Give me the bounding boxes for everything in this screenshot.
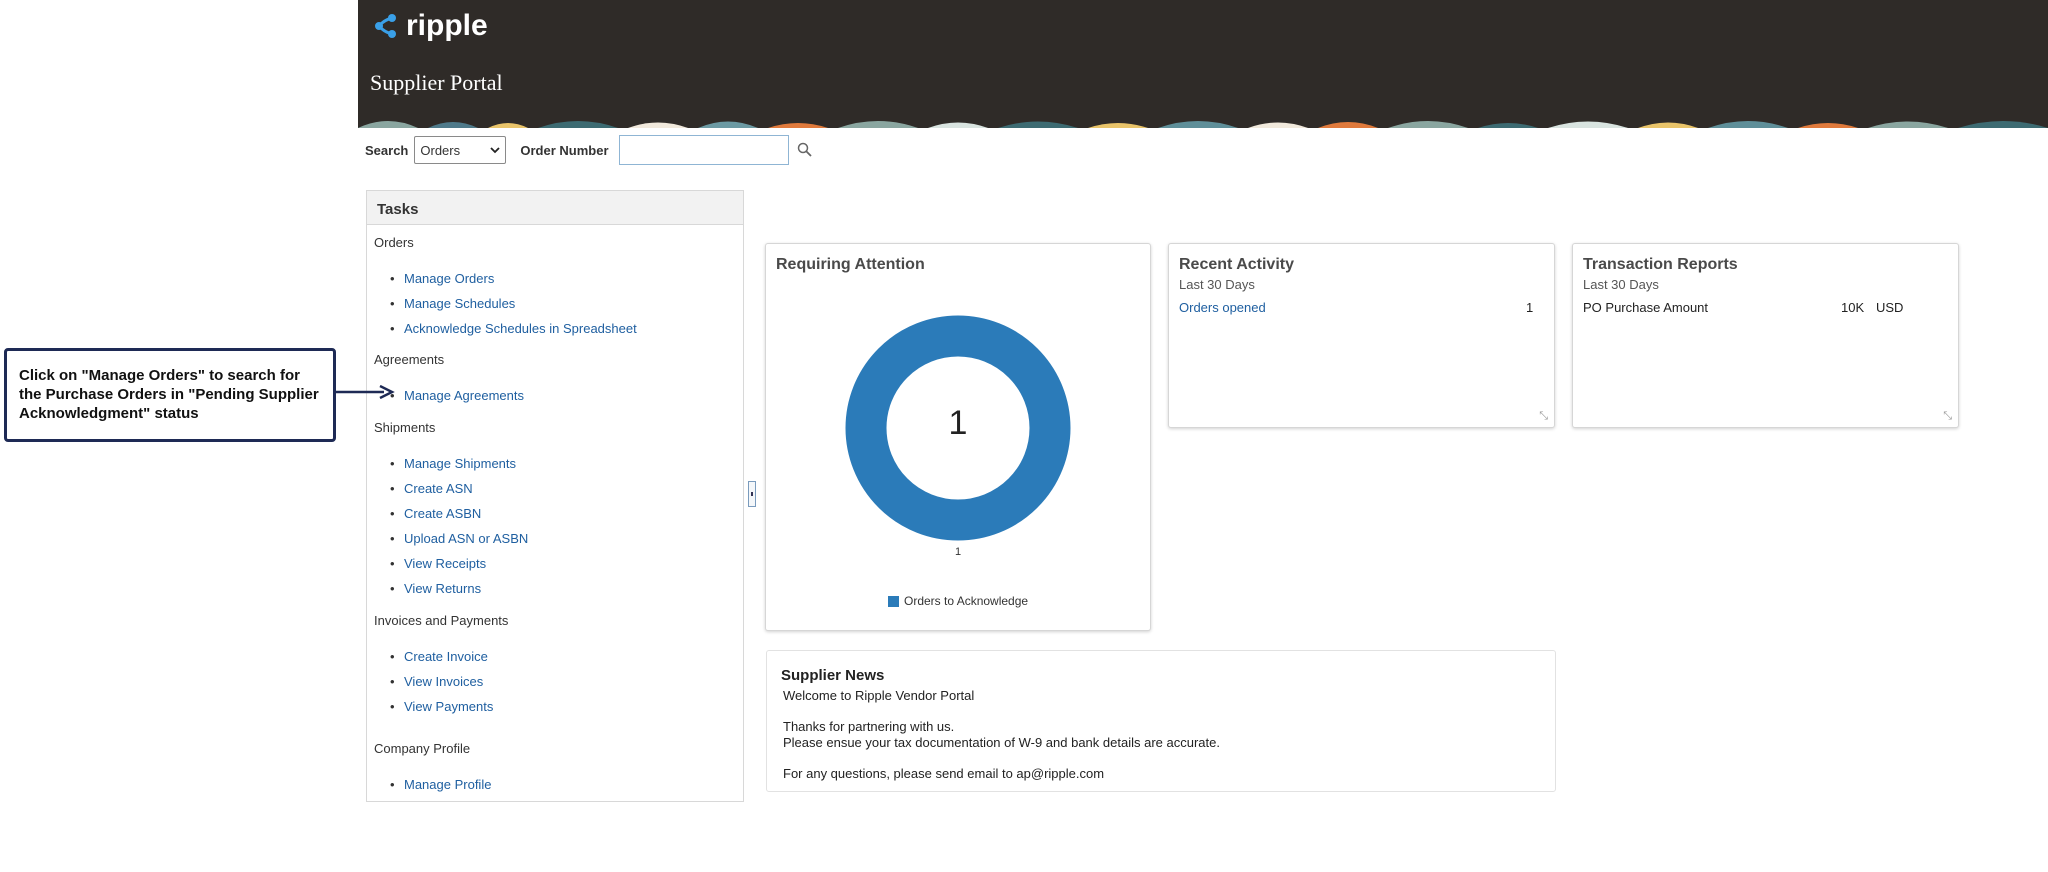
news-line-3: For any questions, please send email to … [783,766,1105,781]
legend-swatch [888,595,899,607]
tasks-panel: Tasks Orders Manage Orders Manage Schedu… [366,190,744,802]
task-manage-orders[interactable]: Manage Orders [390,271,494,286]
supplier-news-card: Supplier News Welcome to Ripple Vendor P… [766,650,1556,792]
search-bar: Search Orders Order Number [365,134,813,166]
task-create-asbn[interactable]: Create ASBN [390,506,481,521]
search-label: Search [365,142,409,158]
chevron-down-icon [490,146,501,153]
requiring-attention-title: Requiring Attention [776,256,925,273]
task-view-receipts[interactable]: View Receipts [390,556,486,571]
section-company-profile: Company Profile [374,741,471,756]
supplier-news-title: Supplier News [781,667,885,684]
task-create-invoice[interactable]: Create Invoice [390,649,488,664]
search-icon[interactable] [797,142,813,158]
transaction-reports-card: Transaction Reports Last 30 Days PO Purc… [1572,243,1959,428]
po-purchase-amount-currency: USD [1876,300,1904,315]
task-create-asn[interactable]: Create ASN [390,481,473,496]
recent-activity-title: Recent Activity [1179,256,1294,273]
search-category-select[interactable]: Orders [414,136,507,164]
task-manage-agreements[interactable]: Manage Agreements [390,388,524,403]
transaction-reports-title: Transaction Reports [1583,256,1738,273]
instruction-callout: Click on "Manage Orders" to search for t… [4,348,336,442]
section-invoices: Invoices and Payments [374,613,509,628]
legend-label: Orders to Acknowledge [904,594,1029,608]
portal-title: Supplier Portal [370,70,503,95]
donut-axis-label: 1 [954,546,962,558]
tasks-title: Tasks [367,191,743,225]
arrow-right-icon [336,385,395,399]
search-category-value: Orders [420,142,461,158]
section-agreements: Agreements [374,352,445,367]
order-number-label: Order Number [520,142,609,158]
ripple-logo[interactable]: ripple [372,8,488,44]
task-view-payments[interactable]: View Payments [390,699,493,714]
news-line-2: Please ensue your tax documentation of W… [783,735,1220,750]
task-manage-shipments[interactable]: Manage Shipments [390,456,516,471]
resize-handle-icon[interactable]: ⤡ [1943,410,1952,423]
recent-activity-card: Recent Activity Last 30 Days Orders open… [1168,243,1555,428]
section-shipments: Shipments [374,420,436,435]
panel-splitter-handle[interactable] [748,481,756,507]
donut-center-value: 1 [948,404,968,442]
requiring-attention-card: Requiring Attention 1 1 Orders to Acknow… [765,243,1151,631]
news-welcome: Welcome to Ripple Vendor Portal [783,688,975,703]
task-view-invoices[interactable]: View Invoices [390,674,483,689]
po-purchase-amount-value: 10K [1841,300,1865,315]
chart-legend: Orders to Acknowledge [888,594,1028,608]
decorative-banner [358,114,2048,128]
resize-handle-icon[interactable]: ⤡ [1539,410,1548,423]
header-bar: ripple Supplier Portal [358,0,2048,128]
transaction-reports-subtitle: Last 30 Days [1583,277,1659,292]
task-view-returns[interactable]: View Returns [390,581,481,596]
task-upload-asn[interactable]: Upload ASN or ASBN [390,531,528,546]
order-number-input[interactable] [618,135,789,165]
orders-opened-count: 1 [1526,300,1534,315]
ripple-logo-icon [375,14,396,38]
task-manage-profile[interactable]: Manage Profile [390,777,492,792]
brand-name: ripple [406,9,488,42]
po-purchase-amount-label: PO Purchase Amount [1583,300,1709,315]
task-acknowledge-schedules[interactable]: Acknowledge Schedules in Spreadsheet [390,321,637,336]
news-line-1: Thanks for partnering with us. [783,719,955,734]
recent-activity-subtitle: Last 30 Days [1179,277,1255,292]
section-orders: Orders [374,235,414,250]
orders-opened-link[interactable]: Orders opened [1179,300,1266,315]
task-manage-schedules[interactable]: Manage Schedules [390,296,515,311]
